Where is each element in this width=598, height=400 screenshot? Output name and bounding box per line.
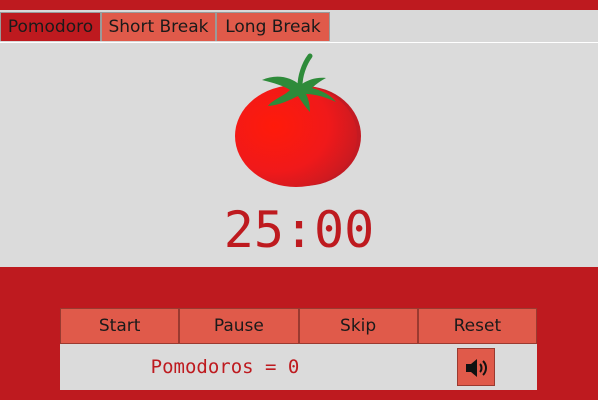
- tomato-icon: [230, 50, 370, 194]
- reset-button[interactable]: Reset: [417, 308, 537, 344]
- skip-button[interactable]: Skip: [298, 308, 418, 344]
- counter-row: Pomodoros = 0: [60, 344, 537, 390]
- timer-display: 25:00: [223, 201, 375, 259]
- pause-button[interactable]: Pause: [179, 308, 299, 344]
- start-button[interactable]: Start: [60, 308, 180, 344]
- sound-toggle-button[interactable]: [457, 348, 495, 386]
- tab-bar: Pomodoro Short Break Long Break: [0, 10, 598, 42]
- tab-pomodoro[interactable]: Pomodoro: [0, 12, 101, 41]
- tab-short-break[interactable]: Short Break: [101, 12, 216, 41]
- speaker-icon: [466, 359, 487, 377]
- button-row: Start Pause Skip Reset: [60, 308, 537, 344]
- pomodoro-count: Pomodoros = 0: [150, 356, 300, 378]
- controls-panel: Start Pause Skip Reset Pomodoros = 0: [60, 308, 537, 390]
- tab-long-break[interactable]: Long Break: [216, 12, 330, 41]
